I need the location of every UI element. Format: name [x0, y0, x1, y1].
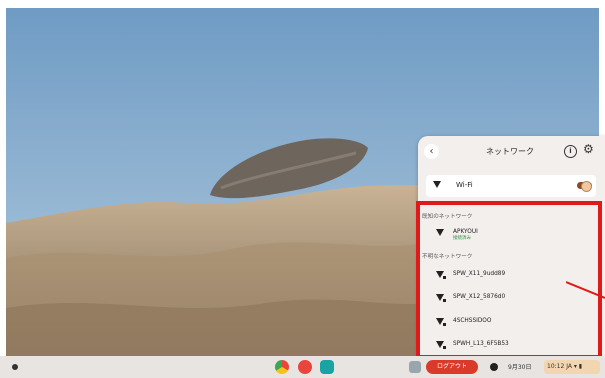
- wifi-label: Wi-Fi: [456, 181, 473, 189]
- launcher-button[interactable]: [12, 364, 18, 370]
- logout-button[interactable]: ログアウト: [426, 360, 478, 374]
- chrome-icon[interactable]: [275, 360, 289, 374]
- info-icon[interactable]: i: [564, 145, 577, 158]
- callout-arrow: [566, 281, 605, 299]
- wifi-icon: [433, 181, 441, 188]
- back-button[interactable]: ‹: [424, 144, 439, 159]
- shelf: ログアウト 9月30日 10:12 JA ▾ ▮: [0, 356, 605, 378]
- date-label[interactable]: 9月30日: [508, 362, 531, 371]
- gear-icon[interactable]: ⚙: [583, 142, 594, 156]
- wifi-toggle[interactable]: [577, 181, 592, 192]
- app-icon[interactable]: [298, 360, 312, 374]
- notification-icon[interactable]: [490, 363, 498, 371]
- status-tray[interactable]: 10:12 JA ▾ ▮: [544, 360, 600, 374]
- wifi-row[interactable]: Wi-Fi: [426, 175, 596, 197]
- avatar[interactable]: [409, 361, 421, 373]
- panel-title: ネットワーク: [486, 147, 534, 156]
- time-label: 10:12 JA: [547, 363, 572, 370]
- files-icon[interactable]: [320, 360, 334, 374]
